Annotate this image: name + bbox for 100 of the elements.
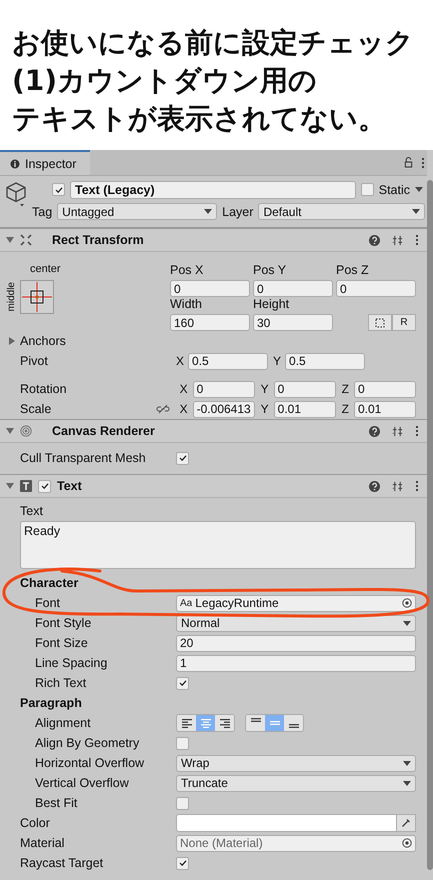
property-label: Alignment	[35, 716, 92, 730]
check-icon	[178, 453, 188, 463]
lines-icon	[182, 718, 192, 728]
checkbox[interactable]	[176, 452, 189, 464]
lines-icon	[200, 718, 210, 728]
preset-icon[interactable]	[392, 426, 403, 436]
axis-label: X	[176, 354, 184, 368]
more-icon[interactable]	[415, 425, 419, 437]
preset-icon[interactable]	[392, 480, 403, 492]
property-label: Color	[20, 816, 51, 830]
eyedropper-button[interactable]	[397, 814, 416, 832]
link-icon[interactable]	[156, 404, 170, 414]
vertical-align-button[interactable]	[284, 715, 303, 731]
tag-dropdown[interactable]: Untagged	[57, 203, 218, 220]
number-field[interactable]: -0.006413	[192, 400, 255, 418]
static-checkbox[interactable]	[360, 183, 374, 196]
active-checkbox[interactable]	[52, 183, 65, 196]
axis-label: Y	[273, 354, 282, 368]
static-label: Static	[378, 182, 410, 196]
number-field[interactable]: 0	[253, 280, 333, 297]
anchor-preset-icon[interactable]	[20, 280, 54, 314]
checkbox[interactable]	[176, 856, 189, 870]
inspector-tab[interactable]: Inspector	[0, 150, 90, 175]
caret-icon	[204, 209, 212, 214]
color-swatch[interactable]	[176, 814, 397, 832]
axis-label: Z	[342, 382, 349, 396]
align-button[interactable]	[177, 715, 196, 731]
property-label: Align By Geometry	[35, 736, 140, 750]
number-field[interactable]: 20	[176, 634, 416, 652]
caret-icon[interactable]	[415, 187, 423, 192]
transform-label: Rotation	[20, 382, 68, 396]
checkbox[interactable]	[176, 736, 189, 750]
property-label: Font Style	[35, 616, 92, 630]
axis-label: Z	[342, 402, 349, 416]
field-label: Pos Y	[253, 263, 288, 279]
property-label: Font	[35, 596, 62, 610]
number-field[interactable]: 30	[253, 314, 333, 331]
renderer-icon	[20, 425, 32, 437]
preset-icon[interactable]	[392, 234, 403, 246]
blueprint-button[interactable]	[368, 314, 392, 331]
target-icon[interactable]	[402, 598, 412, 608]
number-field[interactable]: 0.5	[188, 352, 268, 370]
property-label: Cull Transparent Mesh	[20, 451, 147, 465]
more-icon[interactable]	[415, 234, 419, 246]
component-title: Canvas Renderer	[52, 424, 156, 438]
number-field[interactable]: 1	[176, 654, 416, 672]
component-header[interactable]: Canvas Renderer	[0, 419, 427, 443]
property-label: Font Size	[35, 636, 89, 650]
cube-icon[interactable]	[4, 180, 28, 208]
text-area[interactable]: Ready	[20, 521, 416, 569]
number-field[interactable]: 0	[274, 380, 336, 398]
scrollbar[interactable]	[427, 180, 433, 870]
number-field[interactable]: 0	[354, 380, 416, 398]
number-field[interactable]: 0.5	[285, 352, 366, 370]
lock-icon[interactable]	[404, 157, 413, 168]
name-field[interactable]: Text (Legacy)	[70, 180, 356, 198]
object-field[interactable]: Aa LegacyRuntime	[176, 594, 416, 612]
help-icon[interactable]	[369, 480, 380, 492]
check-icon	[178, 678, 188, 688]
enabled-checkbox[interactable]	[38, 480, 51, 492]
layer-dropdown[interactable]: Default	[258, 203, 425, 220]
number-field[interactable]: 0.01	[354, 400, 416, 418]
field-label: Pos Z	[336, 263, 370, 279]
check-icon	[40, 481, 50, 491]
component-header[interactable]: Text	[0, 474, 427, 498]
number-field[interactable]: 0	[192, 380, 255, 398]
foldout-icon[interactable]	[8, 337, 16, 345]
checkbox[interactable]	[176, 796, 189, 810]
target-icon[interactable]	[402, 838, 412, 848]
raw-edit-button[interactable]: R	[392, 314, 416, 331]
text-label: Text	[20, 504, 43, 518]
eyedropper-icon	[401, 818, 411, 828]
caption-text: お使いになる前に設定チェック	[12, 25, 415, 61]
tag-label: Tag	[32, 204, 52, 218]
align-button[interactable]	[215, 715, 234, 731]
rect-transform-icon	[20, 234, 32, 246]
caret-icon	[403, 620, 411, 626]
property-label: Raycast Target	[20, 856, 104, 870]
anchors-label[interactable]: Anchors	[20, 334, 66, 348]
anchor-label: center	[30, 263, 62, 275]
object-field[interactable]: None (Material)	[176, 834, 416, 852]
checkbox[interactable]	[176, 676, 189, 690]
foldout-icon[interactable]	[6, 482, 14, 490]
number-field[interactable]: 0	[336, 280, 416, 297]
help-icon[interactable]	[369, 426, 380, 436]
number-field[interactable]: 0.01	[274, 400, 336, 418]
component-header[interactable]: Rect Transform	[0, 228, 427, 252]
number-field[interactable]: 160	[170, 314, 250, 331]
layer-label: Layer	[222, 204, 254, 218]
dropdown[interactable]: Truncate	[176, 774, 416, 792]
dropdown[interactable]: Wrap	[176, 754, 416, 772]
more-icon[interactable]	[415, 480, 419, 492]
help-icon[interactable]	[369, 234, 380, 246]
number-field[interactable]: 0	[170, 280, 250, 297]
vertical-align-button[interactable]	[246, 715, 265, 731]
more-icon[interactable]	[421, 156, 425, 168]
lines-icon	[270, 721, 280, 725]
property-label: Rich Text	[35, 676, 88, 690]
foldout-icon[interactable]	[6, 427, 14, 435]
foldout-icon[interactable]	[6, 236, 14, 244]
